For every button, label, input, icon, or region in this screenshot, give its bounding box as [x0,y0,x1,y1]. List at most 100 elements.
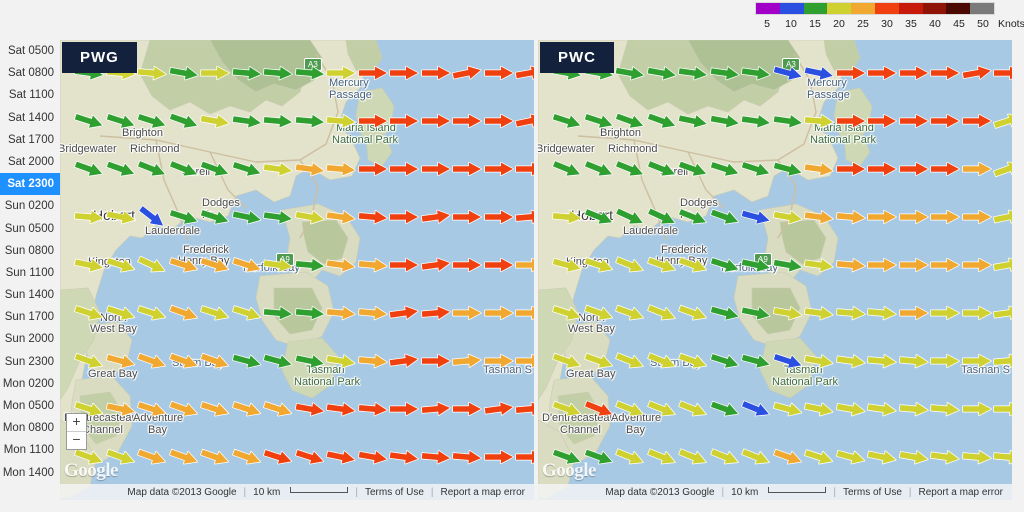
time-step-sat-1100[interactable]: Sat 1100 [0,84,60,106]
wind-arrow [835,161,866,177]
wind-arrow [452,257,482,273]
wind-arrow [294,113,325,130]
wind-arrow [294,305,325,322]
map-panel-pwc[interactable]: PWC BrightonBridgewaterRichmondSorellHob… [538,40,1012,500]
wind-arrow [929,401,960,418]
time-step-sun-0500[interactable]: Sun 0500 [0,218,60,240]
wind-arrow [420,161,451,177]
google-watermark-left: Google [64,460,119,481]
time-step-sat-1400[interactable]: Sat 1400 [0,107,60,129]
legend-segment-30 [874,3,899,14]
wind-arrow [898,305,929,321]
legend-tick-10: 10 [785,18,797,30]
report-error-link-right[interactable]: Report a map error [919,487,1003,498]
time-step-sat-1700[interactable]: Sat 1700 [0,129,60,151]
wind-arrow [483,209,514,225]
wind-arrow [898,65,929,81]
wind-arrow [961,161,992,177]
legend-unit-label: Knots [998,18,1024,30]
footer-divider: | [908,486,912,498]
time-step-sat-0500[interactable]: Sat 0500 [0,40,60,62]
wind-arrow [294,257,325,274]
wind-arrow [389,65,419,81]
time-step-sat-2000[interactable]: Sat 2000 [0,151,60,173]
time-step-sun-2300[interactable]: Sun 2300 [0,351,60,373]
wind-arrow [452,209,482,225]
wind-arrow [835,305,866,322]
wind-arrow [357,401,388,418]
wind-arrow [357,65,388,81]
time-step-sun-0200[interactable]: Sun 0200 [0,195,60,217]
wind-arrow [357,209,388,226]
time-step-sat-2300[interactable]: Sat 2300 [0,173,60,196]
wind-arrow [325,113,356,130]
map-panel-pwg[interactable]: PWG BrightonBridgewaterRichmondSorellHob… [60,40,534,500]
wind-arrow [898,353,929,370]
wind-arrow [930,113,960,129]
wind-arrow [325,305,356,322]
wind-arrow [898,113,929,129]
wind-arrow [930,161,960,177]
forecast-time-sidebar[interactable]: Sat 0500 Sat 0800 Sat 1100 Sat 1400 Sat 1700… [0,40,60,500]
terms-of-use-link-left[interactable]: Terms of Use [365,487,424,498]
wind-arrow [389,401,419,417]
wind-arrow [930,257,960,273]
wind-arrow [867,161,897,177]
time-step-sun-1700[interactable]: Sun 1700 [0,306,60,328]
legend-segment-50 [970,3,994,14]
zoom-in-button[interactable]: + [67,414,86,432]
legend-segment-15 [803,3,828,14]
legend-color-bar [755,2,995,15]
time-step-sun-1100[interactable]: Sun 1100 [0,262,60,284]
terms-of-use-link-right[interactable]: Terms of Use [843,487,902,498]
legend-segment-45 [946,3,971,14]
wind-arrow [136,65,167,82]
wind-arrow [389,113,419,129]
wind-forecast-page: 5 10 15 20 25 30 35 40 45 50 Knots Sat 0500 Sat 080… [0,0,1024,512]
wind-arrow [961,209,992,225]
wind-arrow [515,161,534,177]
wind-arrow [992,449,1012,466]
wind-arrow [451,449,482,466]
wind-arrow [515,449,534,465]
time-step-mon-1100[interactable]: Mon 1100 [0,439,60,461]
time-step-sun-0800[interactable]: Sun 0800 [0,240,60,262]
map-scale-bar-left [290,487,349,493]
wind-arrow [420,113,451,129]
wind-speed-legend: 5 10 15 20 25 30 35 40 45 50 Knots [752,2,1024,38]
report-error-link-left[interactable]: Report a map error [441,487,525,498]
map-scale-label-right: 10 km [731,486,759,498]
wind-arrow [452,401,482,417]
time-step-sun-2000[interactable]: Sun 2000 [0,328,60,350]
wind-arrow [483,449,514,465]
wind-arrow [262,305,293,322]
legend-tick-30: 30 [881,18,893,30]
zoom-control-left[interactable]: + − [66,413,87,450]
time-step-mon-1400[interactable]: Mon 1400 [0,462,60,484]
zoom-out-button[interactable]: − [67,432,86,449]
legend-tick-45: 45 [953,18,965,30]
legend-tick-labels: 5 10 15 20 25 30 35 40 45 50 Knots [752,18,1024,36]
wind-arrow [992,353,1012,370]
time-step-mon-0500[interactable]: Mon 0500 [0,395,60,417]
wind-arrow [452,113,482,129]
wind-arrow [200,65,230,81]
wind-arrow [262,65,293,82]
time-step-mon-0200[interactable]: Mon 0200 [0,373,60,395]
wind-arrow [420,353,451,369]
time-step-sat-0800[interactable]: Sat 0800 [0,62,60,84]
wind-arrow [835,257,866,274]
map-scale-bar-right [768,487,827,493]
map-attribution-left: Map data ©2013 Google [127,486,237,498]
time-step-sun-1400[interactable]: Sun 1400 [0,284,60,306]
legend-segment-35 [898,3,923,14]
panel-badge-pwc: PWC [540,42,614,73]
wind-arrow [866,305,897,322]
wind-arrow [867,209,897,225]
wind-arrow [389,209,419,225]
wind-arrow [898,161,929,177]
wind-arrow [961,113,992,129]
wind-arrow [961,401,992,417]
wind-arrow [961,257,992,273]
time-step-mon-0800[interactable]: Mon 0800 [0,417,60,439]
